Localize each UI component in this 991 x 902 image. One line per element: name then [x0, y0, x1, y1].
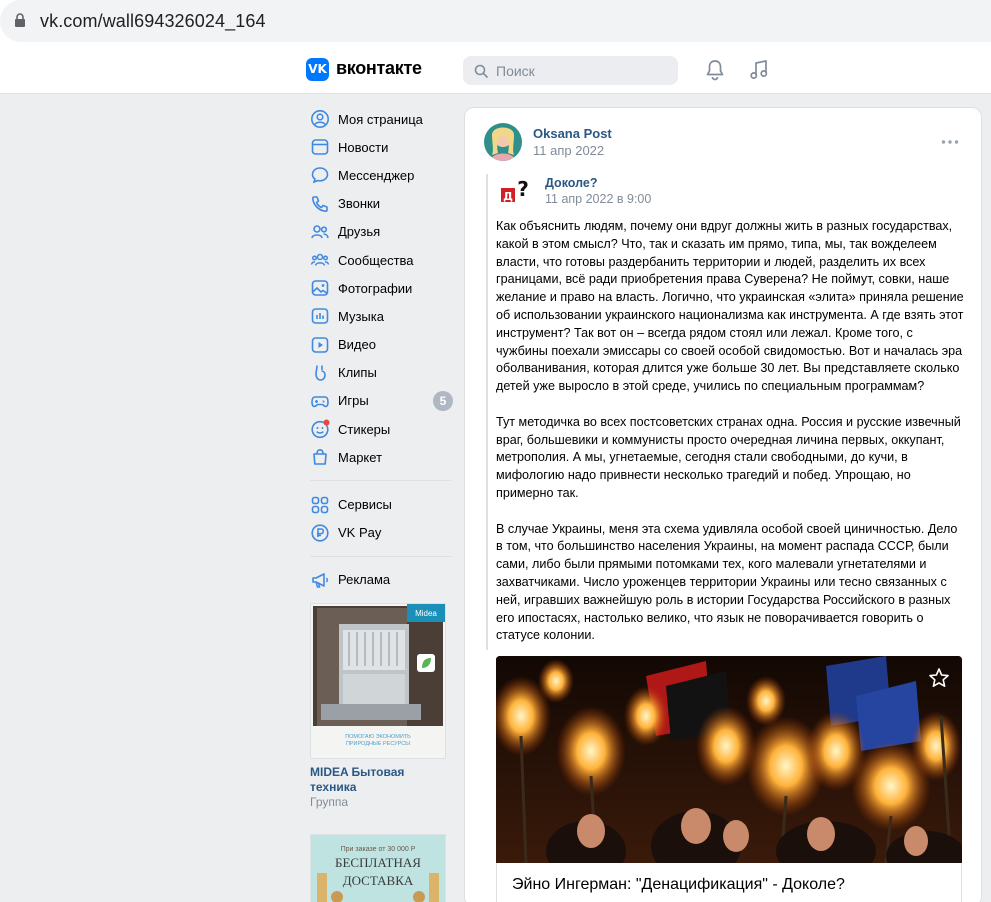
photos-icon: [311, 280, 329, 297]
user-circle-icon: [311, 110, 329, 129]
sidebar-item-label: Игры: [338, 393, 369, 409]
torch-march-image: [496, 656, 962, 863]
sidebar-item-label: VK Pay: [338, 525, 382, 541]
sidebar-item-vkpay[interactable]: VK Pay: [305, 519, 455, 547]
ad2-big-text-1: БЕСПЛАТНАЯ: [335, 855, 421, 870]
post-text: Как объяснить людям, почему они вдруг до…: [496, 218, 966, 663]
left-sidebar: Моя страница Новости Мессенджер Звонки Друзь…: [305, 105, 455, 594]
browser-url-bar: vk.com/wall694326024_164: [0, 0, 991, 45]
sidebar-item-stickers[interactable]: Стикеры: [305, 415, 455, 443]
sidebar-item-label: Видео: [338, 337, 376, 353]
sidebar-item-megaphone[interactable]: Реклама: [305, 566, 455, 594]
repost-source-avatar[interactable]: Д ?: [497, 174, 533, 210]
ad-banner-midea[interactable]: Midea ПОМОГАЮ ЭКОНОМИТЬ ПРИРОДНЫЕ РЕСУРС…: [310, 603, 446, 759]
sidebar-item-label: Клипы: [338, 365, 377, 381]
sidebar-item-label: Сервисы: [338, 497, 392, 513]
vkpay-icon: [311, 524, 329, 542]
search-input[interactable]: [496, 61, 666, 81]
more-options-icon[interactable]: [941, 139, 959, 145]
games-icon: [311, 396, 329, 408]
svg-text:?: ?: [517, 177, 529, 201]
url-text[interactable]: vk.com/wall694326024_164: [40, 11, 266, 32]
vk-logo-text[interactable]: вконтакте: [336, 58, 422, 79]
news-icon: [311, 139, 329, 156]
sidebar-item-label: Сообщества: [338, 252, 414, 268]
vk-header: VK вконтакте: [0, 45, 991, 94]
svg-text:ПРИРОДНЫЕ РЕСУРСЫ: ПРИРОДНЫЕ РЕСУРСЫ: [346, 741, 410, 747]
sidebar-item-friends[interactable]: Друзья: [305, 218, 455, 246]
ad-subtitle: Группа: [310, 795, 349, 809]
communities-icon: [310, 253, 330, 266]
bookmark-star-icon[interactable]: [928, 667, 950, 689]
services-icon: [311, 496, 329, 513]
sidebar-item-label: Фотографии: [338, 280, 413, 296]
phone-icon: [312, 195, 328, 212]
post-date[interactable]: 11 апр 2022: [533, 143, 604, 158]
sidebar-item-news[interactable]: Новости: [305, 133, 455, 161]
post-photo[interactable]: [496, 656, 962, 863]
sidebar-item-market[interactable]: Маркет: [305, 443, 455, 471]
music-player-icon[interactable]: [749, 59, 769, 81]
search-icon: [474, 64, 488, 78]
sidebar-item-services[interactable]: Сервисы: [305, 490, 455, 518]
ad2-top-text: При заказе от 30 000 Р: [341, 846, 416, 853]
link-preview-title[interactable]: Эйно Ингерман: "Денацификация" - Доколе?: [512, 876, 845, 894]
sidebar-item-label: Стикеры: [338, 421, 391, 437]
sidebar-item-label: Звонки: [338, 196, 380, 212]
sidebar-item-phone[interactable]: Звонки: [305, 190, 455, 218]
ad-brand-badge: Midea: [415, 609, 437, 618]
ad-image-delivery: При заказе от 30 000 Р БЕСПЛАТНАЯ ДОСТАВ…: [311, 835, 445, 902]
sidebar-item-label: Мессенджер: [338, 167, 415, 183]
games-count-badge: 5: [433, 390, 453, 411]
sidebar-item-label: Моя страница: [338, 111, 423, 127]
svg-text:Д: Д: [503, 190, 513, 203]
ad2-big-text-2: ДОСТАВКА: [343, 873, 414, 888]
repost-indicator-line: [486, 174, 488, 650]
sidebar-item-photos[interactable]: Фотографии: [305, 274, 455, 302]
sidebar-item-music[interactable]: Музыка: [305, 302, 455, 330]
repost-source-name[interactable]: Доколе?: [545, 176, 597, 190]
stickers-icon: [311, 419, 330, 439]
ad-banner-delivery[interactable]: При заказе от 30 000 Р БЕСПЛАТНАЯ ДОСТАВ…: [310, 834, 446, 902]
clips-icon: [315, 365, 326, 381]
sidebar-item-label: Реклама: [338, 572, 391, 588]
sidebar-divider: [310, 480, 451, 482]
music-icon: [311, 308, 329, 325]
friends-icon: [311, 225, 329, 239]
sidebar-divider: [310, 555, 451, 557]
sidebar-item-video[interactable]: Видео: [305, 331, 455, 359]
megaphone-icon: [312, 573, 328, 588]
video-icon: [311, 336, 329, 353]
sidebar-item-clips[interactable]: Клипы: [305, 359, 455, 387]
post-author[interactable]: Oksana Post: [533, 126, 612, 141]
sidebar-item-user-circle[interactable]: Моя страница: [305, 105, 455, 133]
sidebar-item-label: Маркет: [338, 449, 383, 465]
post-paragraph: Тут методичка во всех постсоветских стра…: [496, 414, 961, 500]
post-paragraph: Как объяснить людям, почему они вдруг до…: [496, 219, 964, 394]
sidebar-item-label: Друзья: [338, 224, 381, 240]
sidebar-item-label: Новости: [338, 139, 389, 155]
post-paragraph: В случае Украины, меня эта схема удивлял…: [496, 521, 958, 643]
lock-icon: [15, 13, 25, 27]
ad-title[interactable]: MIDEA Бытовая техника: [310, 765, 450, 795]
repost-date[interactable]: 11 апр 2022 в 9:00: [545, 192, 651, 206]
svg-text:ПОМОГАЮ ЭКОНОМИТЬ: ПОМОГАЮ ЭКОНОМИТЬ: [345, 734, 411, 740]
message-icon: [311, 167, 329, 184]
sidebar-item-communities[interactable]: Сообщества: [305, 246, 455, 274]
ad-image-dishwasher: Midea ПОМОГАЮ ЭКОНОМИТЬ ПРИРОДНЫЕ РЕСУРС…: [311, 604, 445, 758]
vk-logo-icon[interactable]: VK: [306, 58, 329, 81]
sidebar-item-games[interactable]: Игры 5: [305, 387, 455, 415]
notifications-bell-icon[interactable]: [705, 59, 725, 81]
sidebar-item-label: Музыка: [338, 308, 384, 324]
author-avatar[interactable]: [484, 123, 522, 161]
market-icon: [313, 449, 327, 466]
sidebar-item-message[interactable]: Мессенджер: [305, 161, 455, 189]
